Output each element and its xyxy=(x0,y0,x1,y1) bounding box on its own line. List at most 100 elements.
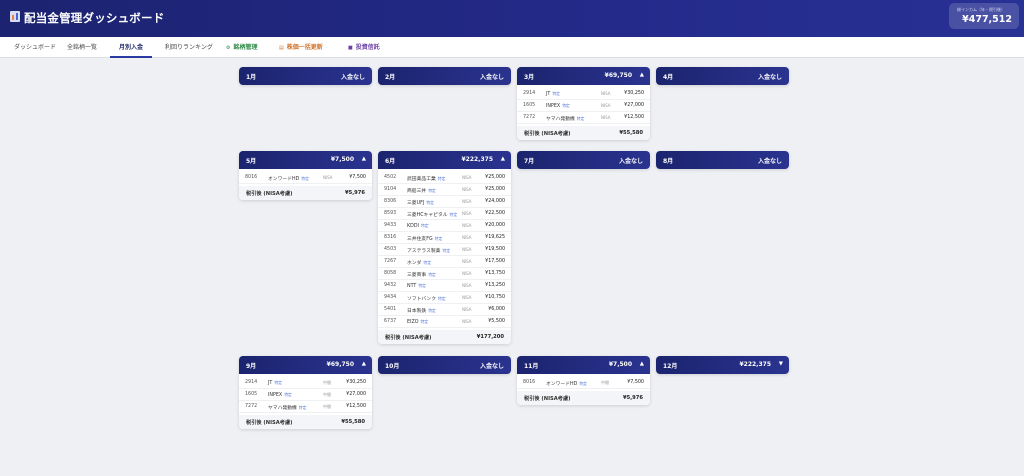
month-label: 11月 xyxy=(524,363,539,370)
month-card-header[interactable]: 5月 ¥7,500 ▲ xyxy=(239,151,372,169)
stock-name: 三菱商事 xyxy=(407,273,427,278)
chevron-up-icon[interactable]: ▲ xyxy=(362,361,366,367)
net-total-value: ¥5,976 xyxy=(622,395,643,401)
stock-name-cell: アステラス製薬 特定 xyxy=(407,247,450,254)
stock-name: ホンダ xyxy=(407,261,422,266)
holding-list: 8016 オンワードHD 特定 NISA ¥7,500 xyxy=(239,169,372,184)
month-label: 12月 xyxy=(663,363,678,370)
account-type-tag: 特定 xyxy=(442,248,451,253)
month-card-header[interactable]: 11月 ¥7,500 ▲ xyxy=(517,356,650,374)
tab-investment-trust[interactable]: ■ 投資信託 xyxy=(348,37,380,58)
dividend-value: ¥27,000 xyxy=(346,392,366,397)
stock-name: INPEX xyxy=(268,393,283,398)
month-card-header[interactable]: 8月 入金なし xyxy=(656,151,789,169)
dividend-type: NISA xyxy=(601,103,611,108)
month-label: 7月 xyxy=(524,158,535,165)
tab-yield-ranking[interactable]: 利回りランキング xyxy=(165,37,213,58)
month-card: 1月 入金なし xyxy=(239,67,372,85)
stock-code: 8058 xyxy=(384,271,397,276)
stock-name: 武田薬品工業 xyxy=(407,177,436,182)
month-card-header[interactable]: 7月 入金なし xyxy=(517,151,650,169)
holding-row: 8306 三菱UFJ 特定 NISA ¥24,000 xyxy=(378,196,511,208)
chevron-up-icon[interactable]: ▲ xyxy=(501,156,505,162)
stock-code: 6737 xyxy=(384,319,397,324)
month-card: 5月 ¥7,500 ▲ 8016 オンワードHD 特定 NISA ¥7,500 税引後 (NIS… xyxy=(239,151,372,200)
month-card-header[interactable]: 4月 入金なし xyxy=(656,67,789,85)
month-card-header[interactable]: 6月 ¥222,375 ▲ xyxy=(378,151,511,169)
dividend-value: ¥5,500 xyxy=(488,319,505,324)
month-amount: 入金なし xyxy=(479,74,504,81)
month-card: 2月 入金なし xyxy=(378,67,511,85)
month-card-header[interactable]: 9月 ¥69,750 ▲ xyxy=(239,356,372,374)
chevron-up-icon[interactable]: ▲ xyxy=(362,156,366,162)
holding-row: 1605 INPEX 特定 中間 ¥27,000 xyxy=(239,389,372,401)
stock-name: KDDI xyxy=(407,224,419,229)
stock-name: オンワードHD xyxy=(268,177,300,182)
stock-name-cell: オンワードHD 特定 xyxy=(268,175,309,182)
holding-row: 5401 日本製鉄 特定 NISA ¥6,000 xyxy=(378,304,511,316)
stock-name-cell: ソフトバンク 特定 xyxy=(407,295,446,302)
stock-code: 2914 xyxy=(245,380,258,385)
dividend-value: ¥22,500 xyxy=(485,211,505,216)
tab-dashboard[interactable]: ダッシュボード xyxy=(14,37,56,58)
account-type-tag: 特定 xyxy=(579,381,587,386)
tab-stock-management[interactable]: ⚙ 銘柄管理 xyxy=(226,37,258,58)
holding-row: 7272 ヤマハ発動機 特定 中間 ¥12,500 xyxy=(239,401,372,413)
stock-name-cell: INPEX 特定 xyxy=(546,103,570,109)
holding-list: 4502 武田薬品工業 特定 NISA ¥25,000 9104 商船三井 特定 NISA ¥25… xyxy=(378,169,511,328)
tab-all-stocks[interactable]: 全銘柄一覧 xyxy=(67,37,97,58)
dividend-value: ¥27,000 xyxy=(624,103,644,108)
stock-name: EIZO xyxy=(407,320,419,325)
stock-name: 日本製鉄 xyxy=(407,309,427,314)
stock-code: 9104 xyxy=(384,187,397,192)
stock-name-cell: 三菱商事 特定 xyxy=(407,271,436,278)
chevron-up-icon[interactable]: ▲ xyxy=(640,72,644,78)
tab-price-update[interactable]: ▤ 株価一括更新 xyxy=(279,37,323,58)
tab-label: ダッシュボード xyxy=(14,44,57,51)
tab-label: 銘柄管理 xyxy=(233,44,258,51)
dividend-type: NISA xyxy=(462,199,472,204)
net-total-value: ¥177,200 xyxy=(476,334,504,340)
month-card-header[interactable]: 1月 入金なし xyxy=(239,67,372,85)
chevron-up-icon[interactable]: ▲ xyxy=(640,361,644,367)
stock-code: 4503 xyxy=(384,247,397,252)
month-card-header[interactable]: 12月 ¥222,375 ▼ xyxy=(656,356,789,374)
stock-code: 8316 xyxy=(384,235,397,240)
dividend-type: 中間 xyxy=(601,380,609,385)
stock-code: 9433 xyxy=(384,223,397,228)
month-amount: 入金なし xyxy=(757,74,782,81)
stock-code: 8016 xyxy=(245,175,258,180)
net-total-label: 税引後 (NISA考慮) xyxy=(246,191,293,197)
month-card-header[interactable]: 3月 ¥69,750 ▲ xyxy=(517,67,650,85)
stock-name: ヤマハ発動機 xyxy=(546,117,575,122)
account-type-tag: 特定 xyxy=(274,380,282,385)
month-label: 1月 xyxy=(246,74,257,81)
month-card-header[interactable]: 2月 入金なし xyxy=(378,67,511,85)
total-income-box: 総インカム（年・税引後） ¥477,512 xyxy=(949,3,1019,29)
stock-name: 三菱UFJ xyxy=(407,201,425,206)
month-card: 3月 ¥69,750 ▲ 2914 JT 特定 NISA ¥30,250 1605 INPEX 特定… xyxy=(517,67,650,140)
month-card-header[interactable]: 10月 入金なし xyxy=(378,356,511,374)
account-type-tag: 特定 xyxy=(428,308,436,313)
stock-name-cell: JT 特定 xyxy=(268,380,282,386)
holding-row: 8593 三菱HCキャピタル 特定 NISA ¥22,500 xyxy=(378,208,511,220)
dividend-type: NISA xyxy=(462,235,472,240)
stock-code: 7267 xyxy=(384,259,397,264)
account-type-tag: 特定 xyxy=(426,200,434,205)
dividend-value: ¥30,250 xyxy=(346,380,366,385)
dividend-type: NISA xyxy=(462,211,472,216)
dividend-value: ¥30,250 xyxy=(624,91,644,96)
month-amount: ¥7,500 xyxy=(330,156,354,163)
dividend-type: NISA xyxy=(462,259,472,264)
tab-label: 全銘柄一覧 xyxy=(67,44,98,51)
chevron-down-icon[interactable]: ▼ xyxy=(779,361,783,367)
tab-monthly-income[interactable]: 月別入金 xyxy=(109,37,153,58)
dividend-type: NISA xyxy=(462,283,472,288)
dividend-type: 中間 xyxy=(323,404,331,409)
dividend-type: NISA xyxy=(462,247,472,252)
dividend-type: NISA xyxy=(462,319,472,324)
dividend-type: NISA xyxy=(462,295,472,300)
holding-row: 6737 EIZO 特定 NISA ¥5,500 xyxy=(378,316,511,328)
stock-code: 8306 xyxy=(384,199,397,204)
net-total-label: 税引後 (NISA考慮) xyxy=(524,131,571,137)
